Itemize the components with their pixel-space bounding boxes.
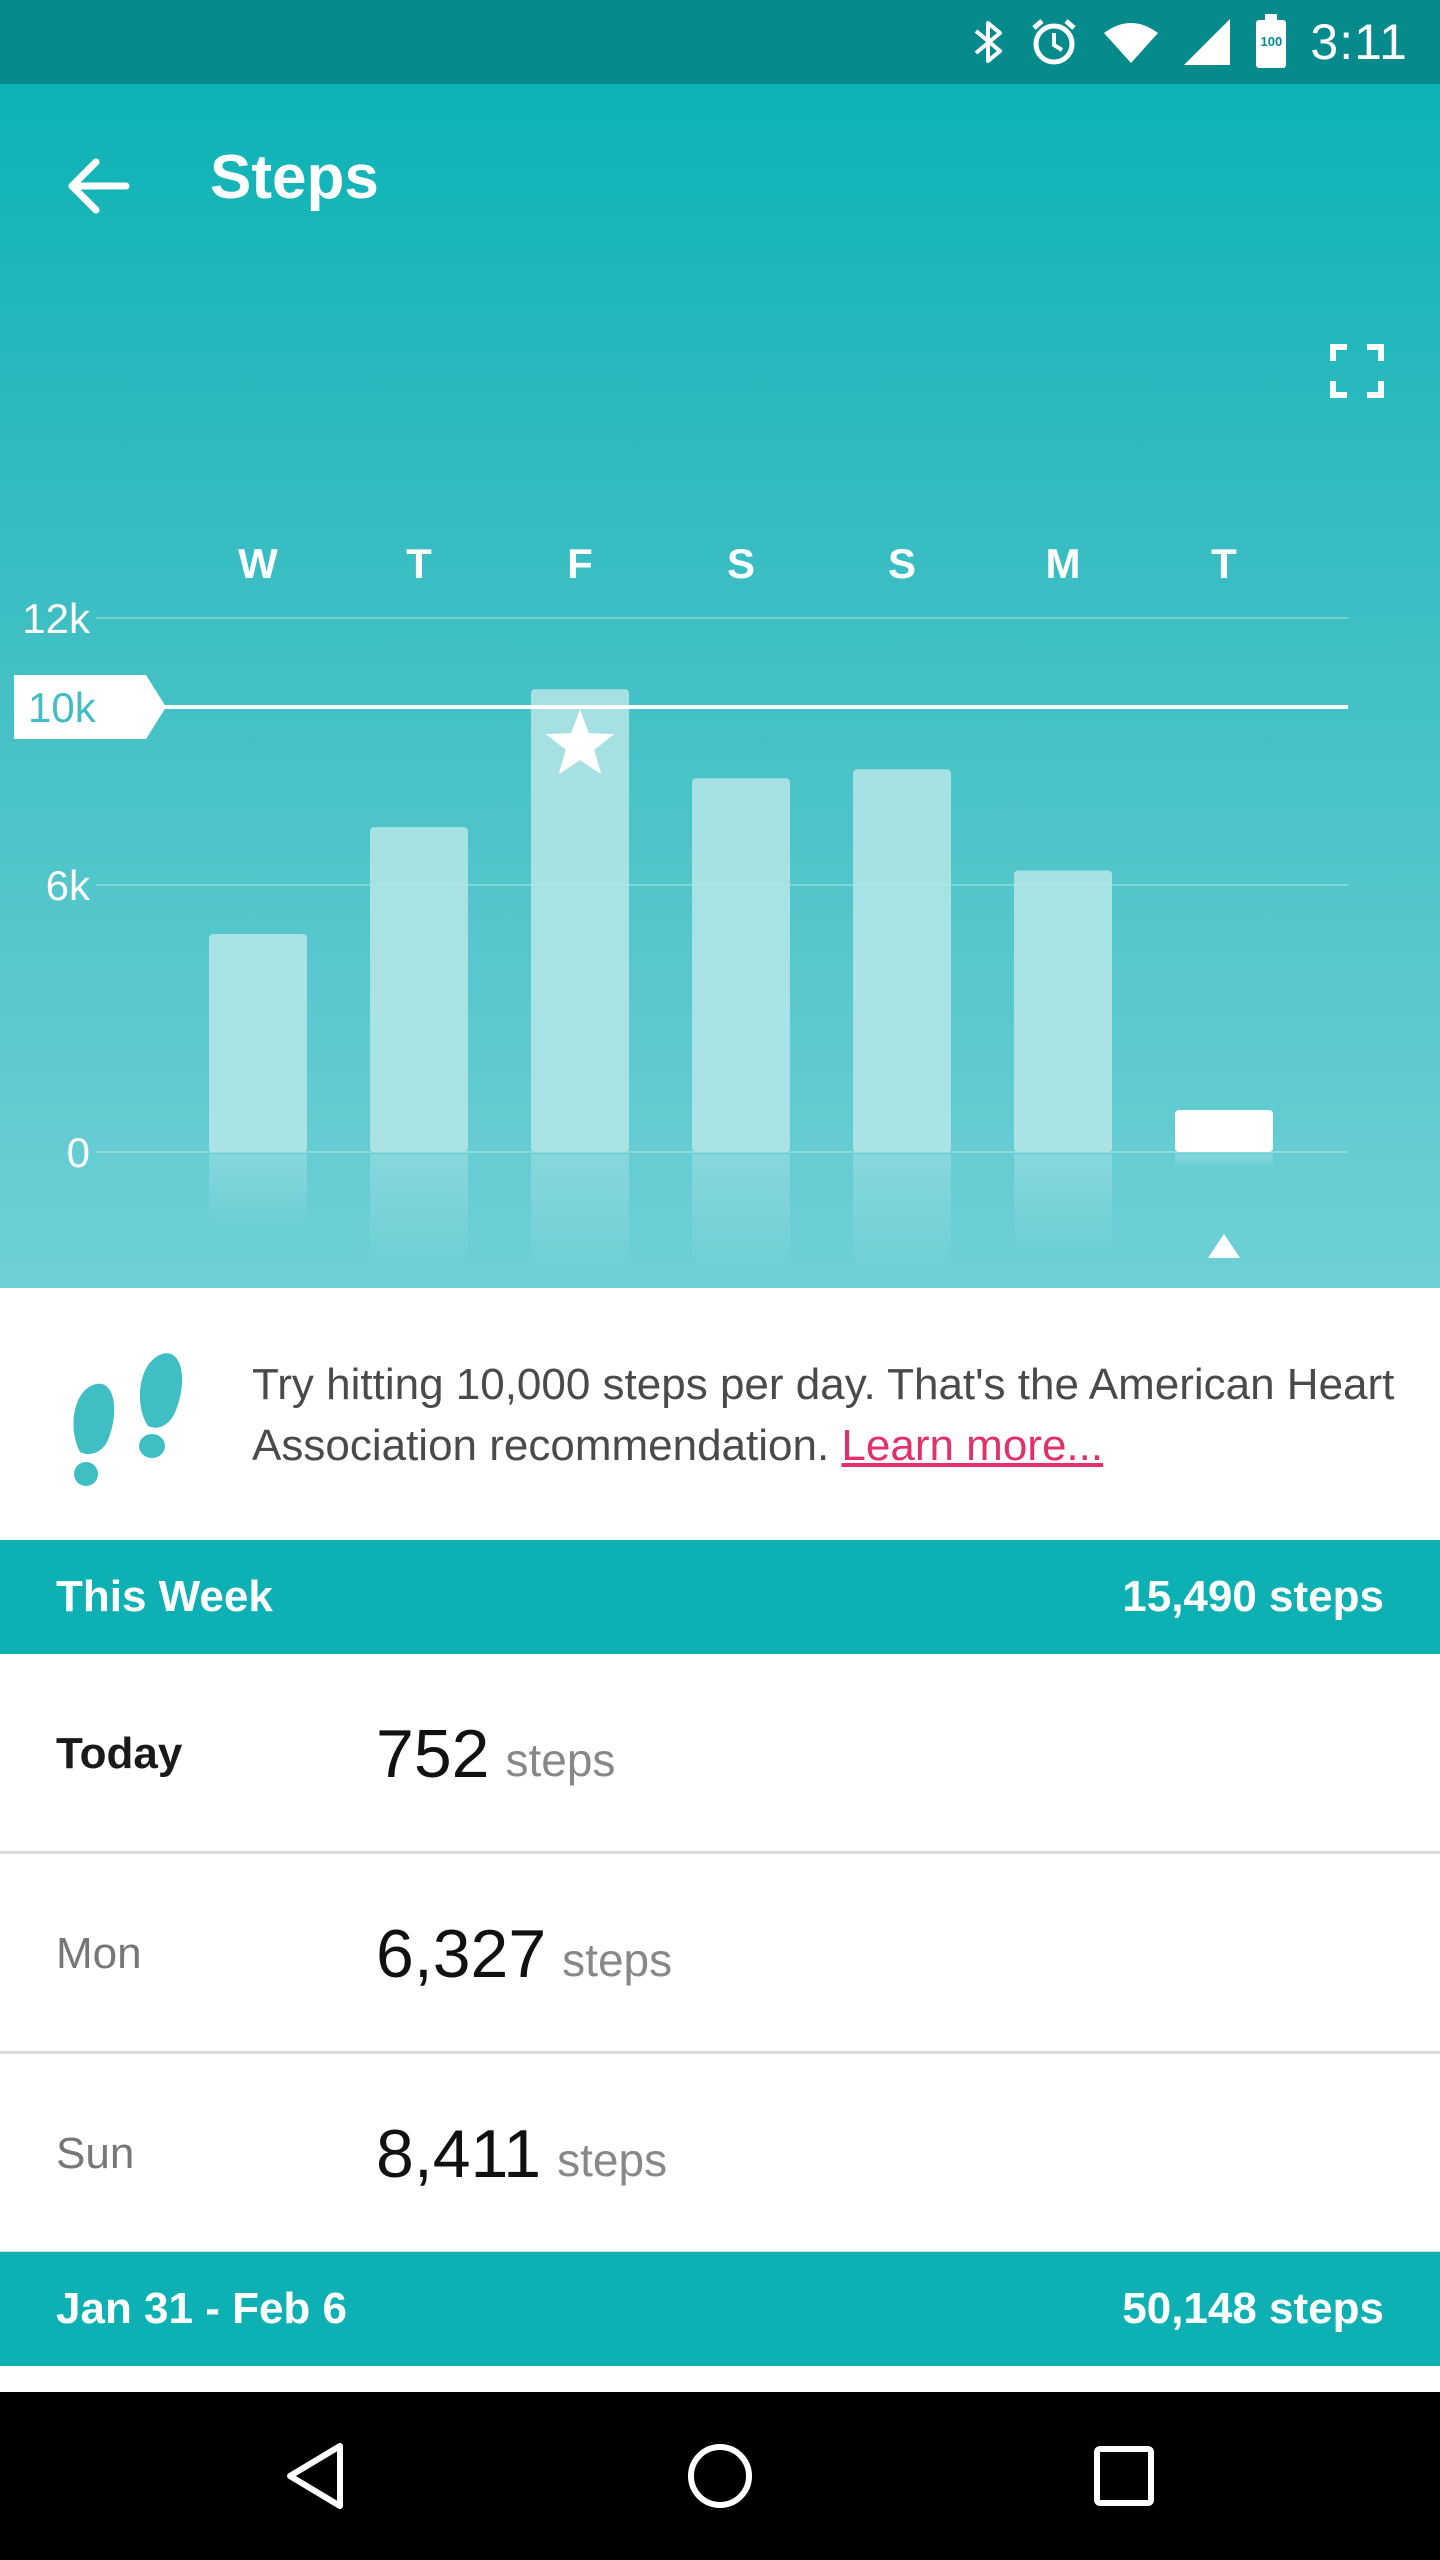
x-tick-label: M	[1046, 540, 1081, 587]
status-icons: 100 3:11	[972, 0, 1408, 84]
today-marker-icon	[1208, 1234, 1240, 1258]
page-title: Steps	[210, 143, 379, 212]
week-header-previous[interactable]: Jan 31 - Feb 6 50,148 steps	[0, 2252, 1440, 2366]
day-row-today[interactable]: Today 752 steps	[0, 1654, 1440, 1854]
day-step-count: 8,411	[376, 2116, 542, 2192]
day-label: Today	[56, 1729, 183, 1778]
day-value: 6,327 steps	[376, 1854, 672, 2054]
nav-home-button[interactable]	[670, 2426, 770, 2526]
nav-recents-button[interactable]	[1074, 2426, 1174, 2526]
back-triangle-icon	[287, 2443, 343, 2509]
x-tick-label: T	[406, 540, 432, 587]
arrow-left-icon	[68, 158, 130, 214]
goal-tag-label: 10k	[28, 684, 97, 731]
chart-bar[interactable]	[692, 778, 790, 1152]
x-tick-label: S	[727, 540, 755, 587]
nav-back-button[interactable]	[266, 2426, 366, 2526]
status-bar: 100 3:11	[0, 0, 1440, 84]
battery-icon: 100	[1254, 14, 1288, 70]
bar-reflection	[1014, 1154, 1112, 1253]
x-tick-label: W	[238, 540, 278, 587]
week-total: 15,490 steps	[1122, 1572, 1384, 1621]
y-tick-label: 6k	[46, 862, 91, 909]
bar-reflection	[531, 1154, 629, 1274]
week-total: 50,148 steps	[1122, 2284, 1384, 2333]
day-step-unit: steps	[557, 2134, 668, 2186]
chart-bar[interactable]	[370, 827, 468, 1152]
alarm-icon	[1028, 16, 1080, 68]
day-step-unit: steps	[562, 1934, 673, 1986]
chart-bar[interactable]	[209, 933, 307, 1152]
footprints-icon	[73, 1353, 183, 1486]
day-value: 8,411 steps	[376, 2054, 667, 2254]
bar-reflection	[692, 1154, 790, 1274]
steps-tip: Try hitting 10,000 steps per day. That's…	[0, 1288, 1440, 1540]
tip-text: Try hitting 10,000 steps per day. That's…	[252, 1354, 1402, 1476]
chart-bar[interactable]	[1014, 870, 1112, 1152]
fullscreen-icon	[1330, 344, 1384, 398]
week-label: This Week	[56, 1572, 273, 1621]
chart-bar[interactable]	[1175, 1110, 1273, 1152]
app-bar: Steps	[0, 84, 1440, 284]
learn-more-link[interactable]: Learn more...	[841, 1421, 1103, 1470]
bar-reflection	[370, 1154, 468, 1268]
chart-bar[interactable]	[853, 769, 951, 1152]
system-nav-bar	[0, 2392, 1440, 2560]
y-tick-label: 0	[67, 1129, 90, 1176]
day-label: Sun	[56, 2129, 135, 2178]
recents-square-icon	[1094, 2446, 1154, 2506]
back-button[interactable]	[48, 136, 148, 236]
y-tick-label: 12k	[22, 595, 91, 642]
x-tick-label: S	[888, 540, 916, 587]
day-label: Mon	[56, 1929, 142, 1978]
week-header-this-week: This Week 15,490 steps	[0, 1540, 1440, 1654]
week-label: Jan 31 - Feb 6	[56, 2284, 348, 2333]
day-row-sun[interactable]: Sun 8,411 steps	[0, 2054, 1440, 2254]
x-tick-label: F	[567, 540, 593, 587]
bluetooth-icon	[972, 17, 1006, 67]
bar-reflection	[209, 1154, 307, 1231]
day-row-mon[interactable]: Mon 6,327 steps	[0, 1854, 1440, 2054]
steps-hero: 12k6k0WTFSSMTToday10k Steps	[0, 84, 1440, 1288]
day-step-count: 752	[376, 1716, 490, 1792]
cell-signal-icon	[1182, 17, 1232, 67]
day-step-count: 6,327	[376, 1916, 547, 1992]
day-step-unit: steps	[505, 1734, 616, 1786]
status-clock: 3:11	[1310, 14, 1408, 70]
bar-reflection	[853, 1154, 951, 1274]
x-tick-label: T	[1211, 540, 1237, 587]
bar-reflection	[1175, 1154, 1273, 1169]
battery-level: 100	[1260, 34, 1283, 49]
fullscreen-button[interactable]	[1310, 324, 1404, 418]
wifi-icon	[1102, 19, 1160, 65]
day-value: 752 steps	[376, 1654, 615, 1854]
home-circle-icon	[688, 2444, 752, 2508]
tip-message: Try hitting 10,000 steps per day. That's…	[252, 1360, 1395, 1470]
